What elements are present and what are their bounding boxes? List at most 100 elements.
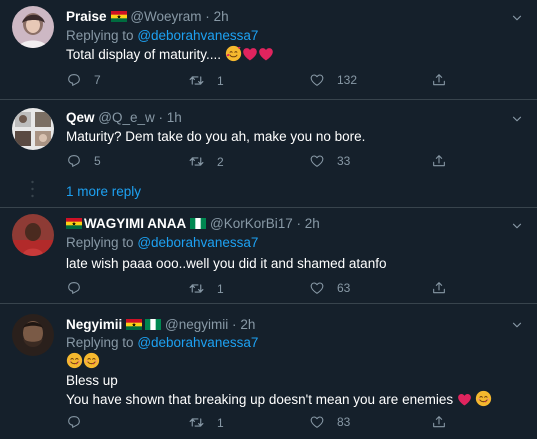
like-button[interactable]: 132	[309, 72, 357, 88]
reply-count: 5	[94, 154, 101, 168]
thread-connector	[31, 180, 34, 200]
tweet-praise[interactable]: Praise @Woeyram · 2h Replying to @debora…	[0, 0, 537, 100]
nigeria-flag-icon	[142, 317, 161, 332]
like-icon	[309, 72, 325, 88]
chevron-down-icon[interactable]	[510, 318, 524, 332]
like-icon	[309, 280, 325, 296]
tweet-qew[interactable]: Qew @Q_e_w · 1h Maturity? Dem take do yo…	[0, 100, 537, 180]
smiling-face-with-hearts-icon	[225, 47, 242, 62]
retweet-icon	[188, 414, 205, 431]
display-name[interactable]: Negyimii	[66, 317, 122, 332]
retweet-icon	[188, 153, 205, 170]
display-name[interactable]: WAGYIMI ANAA	[84, 216, 186, 231]
share-button[interactable]	[431, 72, 447, 88]
like-button[interactable]: 63	[309, 280, 350, 296]
replying-to: Replying to @deborahvanessa7	[66, 28, 258, 43]
handle[interactable]: @KorKorBi17	[210, 216, 293, 231]
separator-dot: ·	[296, 216, 302, 231]
separator-dot: ·	[232, 317, 237, 332]
avatar[interactable]	[12, 108, 54, 150]
like-button[interactable]: 83	[309, 414, 350, 430]
retweet-button[interactable]: 1	[188, 414, 224, 431]
retweet-icon	[188, 72, 205, 89]
retweet-button[interactable]: 1	[188, 280, 224, 297]
yum-face-icon	[66, 354, 83, 369]
ghana-flag-icon	[107, 9, 127, 24]
share-icon	[431, 153, 447, 169]
tweet-wagyimi[interactable]: WAGYIMI ANAA @KorKorBi17 · 2h Replying t…	[0, 208, 537, 301]
handle[interactable]: @negyimii	[165, 317, 228, 332]
reply-button[interactable]	[66, 280, 82, 296]
avatar[interactable]	[12, 314, 54, 356]
chevron-down-icon[interactable]	[510, 11, 524, 25]
separator-dot: ·	[158, 110, 164, 125]
tweet-text: Maturity? Dem take do you ah, make you n…	[66, 127, 365, 146]
timestamp[interactable]: 2h	[240, 317, 255, 332]
nigeria-flag-icon	[186, 216, 206, 231]
tweet-header: WAGYIMI ANAA @KorKorBi17 · 2h	[66, 216, 320, 231]
replying-to-label: Replying to	[66, 28, 134, 43]
reply-button[interactable]	[66, 414, 82, 430]
ghana-flag-icon	[122, 317, 142, 332]
like-count: 33	[337, 154, 351, 168]
tweet-text-content: You have shown that breaking up doesn't …	[66, 392, 454, 407]
reply-icon	[66, 153, 82, 169]
share-icon	[431, 72, 447, 88]
display-name[interactable]: Qew	[66, 110, 95, 125]
share-button[interactable]	[431, 280, 447, 296]
like-button[interactable]: 33	[309, 153, 350, 169]
replying-to-link[interactable]: @deborahvanessa7	[137, 335, 258, 350]
yum-face-icon	[83, 354, 100, 369]
tweet-header: Praise @Woeyram · 2h	[66, 9, 229, 24]
retweet-count: 1	[217, 415, 224, 430]
red-heart-icon	[242, 47, 258, 62]
replying-to-link[interactable]: @deborahvanessa7	[137, 28, 258, 43]
handle[interactable]: @Woeyram	[130, 9, 201, 24]
tweet-text: late wish paaa ooo..well you did it and …	[66, 254, 386, 273]
tweet-text-line: You have shown that breaking up doesn't …	[66, 390, 492, 409]
chevron-down-icon[interactable]	[510, 219, 524, 233]
emoji-line	[66, 352, 492, 371]
tweet-header: Qew @Q_e_w · 1h	[66, 110, 182, 125]
red-heart-icon	[457, 392, 472, 407]
reply-count: 7	[94, 73, 101, 87]
replying-to-link[interactable]: @deborahvanessa7	[137, 235, 258, 250]
tweet-actions: 1 63	[66, 280, 486, 298]
retweet-button[interactable]: 1	[188, 72, 224, 89]
tweet-actions: 5 2 33	[66, 153, 486, 171]
tweet-actions: 7 1 132	[66, 72, 486, 90]
replying-to: Replying to @deborahvanessa7	[66, 335, 258, 350]
reply-button[interactable]: 7	[66, 72, 101, 88]
more-replies-link[interactable]: 1 more reply	[66, 184, 141, 199]
avatar[interactable]	[12, 214, 54, 256]
share-button[interactable]	[431, 153, 447, 169]
yum-face-icon	[472, 392, 492, 407]
tweet-text: Total display of maturity....	[66, 45, 274, 64]
like-count: 63	[337, 281, 351, 295]
reply-icon	[66, 72, 82, 88]
retweet-icon	[188, 280, 205, 297]
handle[interactable]: @Q_e_w	[98, 110, 154, 125]
separator-dot: ·	[205, 9, 210, 24]
retweet-count: 1	[217, 73, 224, 88]
tweet-text: Bless up You have shown that breaking up…	[66, 352, 492, 409]
share-icon	[431, 280, 447, 296]
chevron-down-icon[interactable]	[510, 112, 524, 126]
timestamp[interactable]: 2h	[305, 216, 320, 231]
share-button[interactable]	[431, 414, 447, 430]
display-name[interactable]: Praise	[66, 9, 107, 24]
tweet-text-content: late wish paaa ooo..well you did it and …	[66, 256, 387, 271]
timestamp[interactable]: 1h	[167, 110, 182, 125]
tweet-header: Negyimii @negyimii · 2h	[66, 317, 255, 332]
red-heart-icon	[258, 47, 274, 62]
retweet-count: 1	[217, 281, 224, 296]
retweet-button[interactable]: 2	[188, 153, 224, 170]
like-icon	[309, 414, 325, 430]
like-icon	[309, 153, 325, 169]
timestamp[interactable]: 2h	[214, 9, 229, 24]
retweet-count: 2	[217, 154, 224, 169]
avatar[interactable]	[12, 6, 54, 48]
share-icon	[431, 414, 447, 430]
tweet-negyimii[interactable]: Negyimii @negyimii · 2h Replying to @deb…	[0, 304, 537, 439]
reply-button[interactable]: 5	[66, 153, 101, 169]
